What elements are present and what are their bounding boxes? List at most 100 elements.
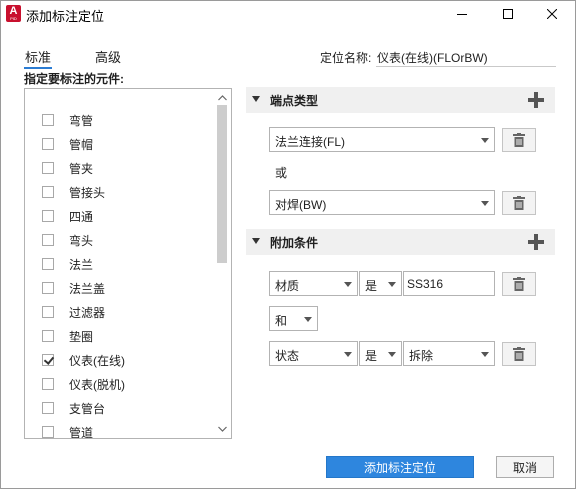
list-item[interactable]: 过滤器 (25, 300, 215, 324)
list-item[interactable]: 仪表(脱机) (25, 372, 215, 396)
chevron-up-icon (217, 95, 227, 101)
element-label: 管道 (69, 426, 94, 439)
or-label: 或 (275, 166, 288, 180)
element-checkbox[interactable] (42, 402, 54, 414)
dropdown-arrow-icon (481, 138, 489, 143)
element-label: 法兰盖 (69, 282, 106, 296)
logic-operator-select[interactable]: 和 (269, 306, 318, 331)
element-checkbox[interactable] (42, 306, 54, 318)
element-label: 支管台 (69, 402, 106, 416)
dialog-window: A PID 添加标注定位 标准 高级 定位名称: 仪表(在线)(FLOrBW) 指… (0, 0, 576, 489)
element-checkbox[interactable] (42, 234, 54, 246)
dropdown-arrow-icon (481, 201, 489, 206)
additional-conditions-header[interactable]: 附加条件 (246, 229, 555, 255)
dropdown-arrow-icon (344, 352, 352, 357)
condition-1-value-input[interactable]: SS316 (403, 271, 495, 296)
delete-condition-1-button[interactable] (502, 272, 536, 296)
list-item[interactable]: 弯头 (25, 228, 215, 252)
trash-icon (513, 133, 525, 147)
element-list: 弯管管帽管夹管接头四通弯头法兰法兰盖过滤器垫圈仪表(在线) 仪表(脱机) 支管台管道 (24, 88, 232, 439)
trash-icon (513, 277, 525, 291)
list-item[interactable]: 弯管 (25, 108, 215, 132)
close-button[interactable] (529, 1, 575, 27)
scroll-thumb[interactable] (217, 105, 227, 263)
endpoint-type-select-2[interactable]: 对焊(BW) (269, 190, 495, 215)
element-label: 管接头 (69, 186, 106, 200)
endpoint-type-header[interactable]: 端点类型 (246, 87, 555, 113)
list-item[interactable]: 法兰盖 (25, 276, 215, 300)
element-checkbox[interactable] (42, 258, 54, 270)
trash-icon (513, 347, 525, 361)
element-label: 弯头 (69, 234, 94, 248)
element-label: 四通 (69, 210, 94, 224)
delete-endpoint-1-button[interactable] (502, 128, 536, 152)
dropdown-arrow-icon (304, 317, 312, 322)
app-logo-icon: A PID (6, 5, 21, 22)
window-title: 添加标注定位 (26, 9, 105, 24)
condition-2-operator-select[interactable]: 是 (359, 341, 402, 366)
list-item[interactable]: 管道 (25, 420, 215, 439)
add-location-button[interactable]: 添加标注定位 (326, 456, 474, 478)
list-item[interactable]: 管夹 (25, 156, 215, 180)
title-bar: A PID 添加标注定位 (1, 1, 575, 27)
element-label: 管帽 (69, 138, 94, 152)
condition-1-operator-select[interactable]: 是 (359, 271, 402, 296)
scroll-up-arrow[interactable] (213, 91, 231, 105)
cancel-button[interactable]: 取消 (496, 456, 554, 478)
list-item[interactable]: 管帽 (25, 132, 215, 156)
list-item[interactable]: 垫圈 (25, 324, 215, 348)
list-item[interactable]: 支管台 (25, 396, 215, 420)
list-item[interactable]: 仪表(在线) (25, 348, 215, 372)
list-scrollbar[interactable] (213, 89, 231, 438)
location-name-underline (376, 66, 556, 67)
chevron-down-icon (217, 426, 227, 432)
element-checkbox[interactable] (42, 138, 54, 150)
tab-advanced[interactable]: 高级 (95, 47, 121, 66)
element-checkbox[interactable] (42, 330, 54, 342)
maximize-icon (503, 9, 513, 19)
maximize-button[interactable] (485, 1, 531, 27)
element-checkbox[interactable] (42, 210, 54, 222)
dropdown-arrow-icon (344, 282, 352, 287)
element-checkbox[interactable] (42, 114, 54, 126)
add-icon[interactable] (528, 92, 544, 108)
element-checkbox[interactable] (42, 186, 54, 198)
additional-conditions-title: 附加条件 (270, 236, 319, 250)
element-label: 垫圈 (69, 330, 94, 344)
element-label: 法兰 (69, 258, 94, 272)
delete-condition-2-button[interactable] (502, 342, 536, 366)
tab-standard[interactable]: 标准 (23, 47, 53, 69)
close-icon (547, 9, 557, 19)
collapse-triangle-icon (252, 96, 260, 102)
element-label: 仪表(脱机) (69, 378, 125, 392)
list-item[interactable]: 法兰 (25, 252, 215, 276)
element-checkbox[interactable] (42, 354, 54, 366)
list-item[interactable]: 四通 (25, 204, 215, 228)
dropdown-arrow-icon (481, 352, 489, 357)
list-item[interactable]: 管接头 (25, 180, 215, 204)
element-checkbox[interactable] (42, 426, 54, 438)
element-label: 弯管 (69, 114, 94, 128)
element-label: 仪表(在线) (69, 354, 125, 368)
dropdown-arrow-icon (388, 352, 396, 357)
trash-icon (513, 196, 525, 210)
condition-2-value-select[interactable]: 拆除 (403, 341, 495, 366)
element-checkbox[interactable] (42, 282, 54, 294)
endpoint-type-select-1[interactable]: 法兰连接(FL) (269, 127, 495, 152)
condition-2-property-select[interactable]: 状态 (269, 341, 358, 366)
element-checkbox[interactable] (42, 378, 54, 390)
element-label: 管夹 (69, 162, 94, 176)
collapse-triangle-icon (252, 238, 260, 244)
minimize-button[interactable] (439, 1, 485, 27)
location-name-field[interactable]: 仪表(在线)(FLOrBW) (377, 49, 488, 66)
elements-label: 指定要标注的元件: (24, 72, 124, 86)
add-icon[interactable] (528, 234, 544, 250)
location-name-label: 定位名称: (320, 51, 372, 65)
delete-endpoint-2-button[interactable] (502, 191, 536, 215)
scroll-down-arrow[interactable] (213, 422, 231, 436)
dropdown-arrow-icon (388, 282, 396, 287)
element-checkbox[interactable] (42, 162, 54, 174)
endpoint-type-title: 端点类型 (270, 94, 319, 108)
minimize-icon (457, 14, 467, 15)
condition-1-property-select[interactable]: 材质 (269, 271, 358, 296)
